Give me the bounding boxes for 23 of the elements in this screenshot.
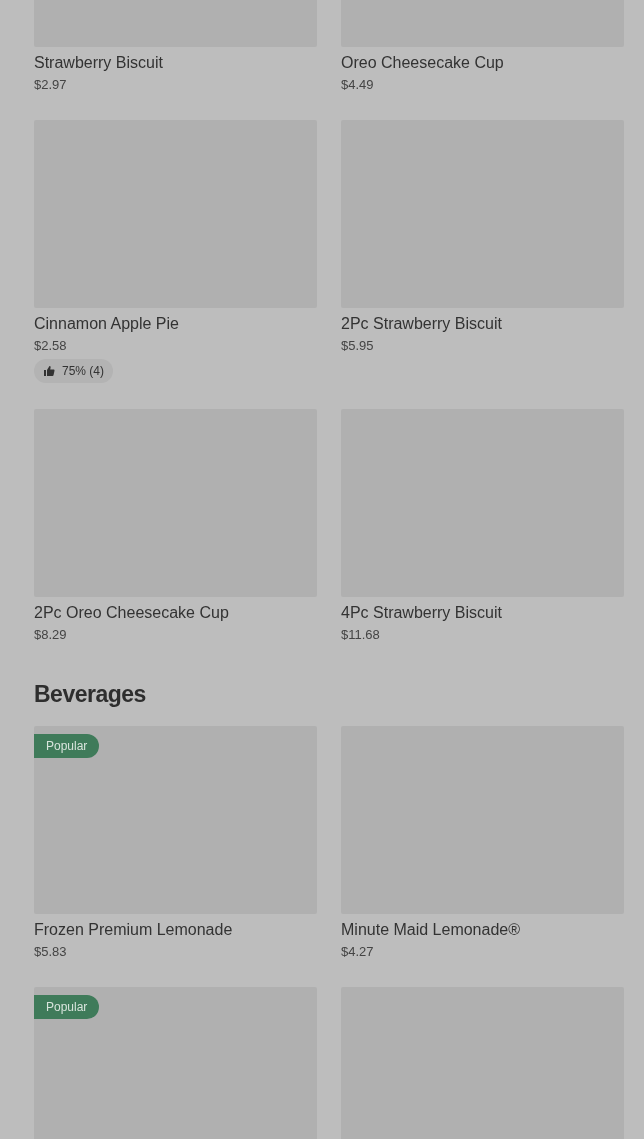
item-name[interactable]: Frozen Premium Lemonade — [34, 920, 233, 940]
item-name[interactable]: 2Pc Oreo Cheesecake Cup — [34, 603, 229, 623]
item-price: $5.83 — [34, 943, 67, 961]
item-price: $5.95 — [341, 337, 374, 355]
item-name[interactable]: Oreo Cheesecake Cup — [341, 53, 504, 73]
item-price: $4.27 — [341, 943, 374, 961]
thumbs-up-icon — [43, 365, 55, 377]
item-price: $4.49 — [341, 76, 374, 94]
item-price: $8.29 — [34, 626, 67, 644]
item-name[interactable]: 4Pc Strawberry Biscuit — [341, 603, 502, 623]
rating-text: 75% (4) — [62, 363, 105, 379]
image-placeholder[interactable]: Popular — [34, 987, 317, 1139]
item-name[interactable]: 2Pc Strawberry Biscuit — [341, 314, 502, 334]
item-price: $2.97 — [34, 76, 67, 94]
item-name[interactable]: Minute Maid Lemonade® — [341, 920, 520, 940]
item-name[interactable]: Cinnamon Apple Pie — [34, 314, 179, 334]
item-name[interactable]: Strawberry Biscuit — [34, 53, 163, 73]
image-placeholder[interactable]: Popular — [34, 726, 317, 914]
popular-badge: Popular — [34, 734, 100, 758]
popular-badge: Popular — [34, 995, 100, 1019]
item-price: $2.58 — [34, 337, 67, 355]
section-heading: Beverages — [34, 680, 147, 708]
item-price: $11.68 — [341, 626, 380, 644]
